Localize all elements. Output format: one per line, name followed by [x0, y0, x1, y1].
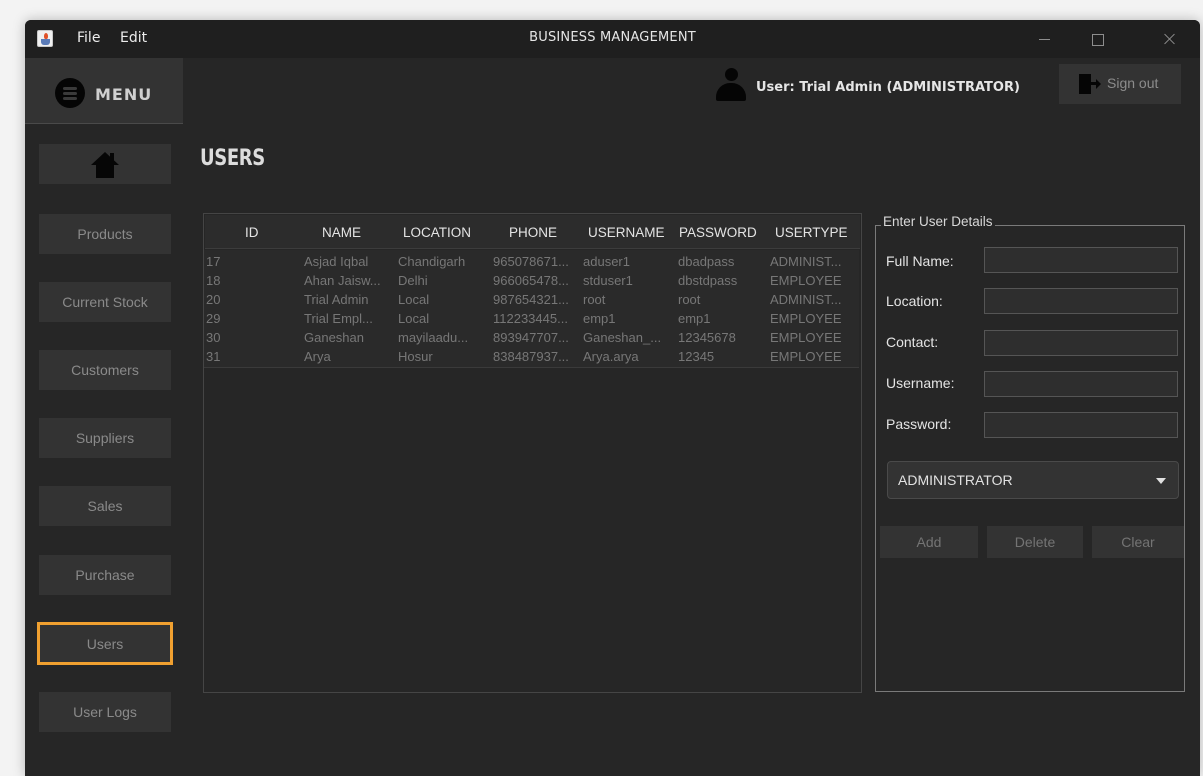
table-cell-usertype: ADMINIST...: [770, 292, 842, 307]
table-cell-phone: 966065478...: [493, 273, 569, 288]
table-cell-id: 20: [206, 292, 221, 307]
delete-button[interactable]: Delete: [987, 526, 1083, 558]
table-cell-name: Asjad Iqbal: [304, 254, 369, 269]
column-header-id[interactable]: ID: [245, 225, 259, 240]
table-cell-usertype: EMPLOYEE: [770, 330, 842, 345]
table-row[interactable]: 31 Arya Hosur 838487937... Arya.arya 12345 EMP…: [204, 347, 859, 367]
table-cell-username: Arya.arya: [583, 349, 639, 364]
table-row[interactable]: 29 Trial Empl... Local 112233445... emp1 emp1…: [204, 309, 859, 329]
user-details-legend: Enter User Details: [881, 214, 995, 229]
sidebar-item-products[interactable]: Products: [39, 214, 171, 254]
table-cell-phone: 965078671...: [493, 254, 569, 269]
home-button[interactable]: [39, 144, 171, 184]
column-header-phone[interactable]: PHONE: [509, 225, 557, 240]
clear-button[interactable]: Clear: [1092, 526, 1184, 558]
sign-out-button[interactable]: Sign out: [1059, 64, 1181, 104]
table-cell-name: Arya: [304, 349, 331, 364]
table-cell-id: 18: [206, 273, 221, 288]
table-cell-name: Trial Empl...: [304, 311, 373, 326]
maximize-icon[interactable]: [1077, 28, 1117, 50]
table-cell-password: emp1: [678, 311, 711, 326]
username-label: Username:: [886, 375, 955, 391]
table-cell-id: 17: [206, 254, 221, 269]
sidebar-item-current-stock[interactable]: Current Stock: [39, 282, 171, 322]
usertype-select[interactable]: ADMINISTRATOR: [887, 461, 1179, 499]
add-button[interactable]: Add: [880, 526, 978, 558]
table-cell-password: dbstdpass: [678, 273, 738, 288]
hamburger-menu-icon: [55, 78, 85, 108]
current-user-label: User: Trial Admin (ADMINISTRATOR): [756, 80, 1020, 95]
table-cell-phone: 838487937...: [493, 349, 569, 364]
contact-input[interactable]: [984, 330, 1178, 356]
table-cell-password: 12345: [678, 349, 715, 364]
window-title: BUSINESS MANAGEMENT: [529, 30, 696, 45]
table-cell-id: 31: [206, 349, 221, 364]
sidebar-item-customers[interactable]: Customers: [39, 350, 171, 390]
user-avatar-icon: [713, 68, 749, 104]
full-name-label: Full Name:: [886, 253, 954, 269]
table-cell-password: dbadpass: [678, 254, 735, 269]
table-cell-location: Local: [398, 311, 430, 326]
column-header-location[interactable]: LOCATION: [403, 225, 471, 240]
table-cell-usertype: EMPLOYEE: [770, 349, 842, 364]
sign-out-label: Sign out: [1107, 75, 1159, 91]
location-label: Location:: [886, 293, 943, 309]
full-name-input[interactable]: [984, 247, 1178, 273]
sidebar-item-sales[interactable]: Sales: [39, 486, 171, 526]
table-cell-password: root: [678, 292, 701, 307]
table-row[interactable]: 17 Asjad Iqbal Chandigarh 965078671... aduse…: [204, 252, 859, 272]
home-icon: [91, 152, 119, 178]
table-row[interactable]: 18 Ahan Jaisw... Delhi 966065478... stduser1…: [204, 271, 859, 291]
table-cell-location: Local: [398, 292, 430, 307]
table-cell-password: 12345678: [678, 330, 736, 345]
app-window: File Edit BUSINESS MANAGEMENT MENU Produ…: [25, 20, 1200, 776]
username-input[interactable]: [984, 371, 1178, 397]
table-cell-location: Hosur: [398, 349, 433, 364]
table-row[interactable]: 20 Trial Admin Local 987654321... root root AD…: [204, 290, 859, 310]
page-title: USERS: [200, 146, 265, 171]
title-bar: File Edit BUSINESS MANAGEMENT: [25, 20, 1200, 58]
table-cell-username: aduser1: [583, 254, 630, 269]
table-cell-location: Delhi: [398, 273, 428, 288]
sign-out-icon: [1079, 74, 1101, 94]
close-icon[interactable]: [1150, 28, 1190, 50]
table-cell-username: Ganeshan_...: [583, 330, 662, 345]
contact-label: Contact:: [886, 334, 939, 350]
sidebar-item-user-logs[interactable]: User Logs: [39, 692, 171, 732]
column-header-usertype[interactable]: USERTYPE: [775, 225, 848, 240]
sidebar-item-suppliers[interactable]: Suppliers: [39, 418, 171, 458]
table-cell-name: Ganeshan: [304, 330, 364, 345]
chevron-down-icon: [1156, 478, 1166, 484]
column-header-password[interactable]: PASSWORD: [679, 225, 757, 240]
sidebar-item-users[interactable]: Users: [37, 622, 173, 665]
table-cell-name: Ahan Jaisw...: [304, 273, 381, 288]
sidebar-item-purchase[interactable]: Purchase: [39, 555, 171, 595]
table-cell-phone: 893947707...: [493, 330, 569, 345]
usertype-selected-value: ADMINISTRATOR: [898, 472, 1013, 488]
table-cell-username: root: [583, 292, 606, 307]
table-cell-id: 30: [206, 330, 221, 345]
table-cell-username: stduser1: [583, 273, 633, 288]
table-row[interactable]: 30 Ganeshan mayilaadu... 893947707... Ganesh…: [204, 328, 859, 348]
table-cell-id: 29: [206, 311, 221, 326]
menu-label: MENU: [95, 85, 153, 104]
table-cell-usertype: EMPLOYEE: [770, 311, 842, 326]
table-header: ID NAME LOCATION PHONE USERNAME PASSWORD…: [205, 215, 860, 249]
minimize-icon[interactable]: [1025, 28, 1065, 50]
table-cell-name: Trial Admin: [304, 292, 369, 307]
table-cell-usertype: ADMINIST...: [770, 254, 842, 269]
column-header-name[interactable]: NAME: [322, 225, 361, 240]
table-cell-usertype: EMPLOYEE: [770, 273, 842, 288]
password-input[interactable]: [984, 412, 1178, 438]
password-label: Password:: [886, 416, 952, 432]
table-cell-phone: 987654321...: [493, 292, 569, 307]
column-header-username[interactable]: USERNAME: [588, 225, 665, 240]
sidebar: MENU Products Current Stock Customers Su…: [25, 58, 183, 776]
table-cell-location: mayilaadu...: [398, 330, 469, 345]
table-cell-location: Chandigarh: [398, 254, 466, 269]
location-input[interactable]: [984, 288, 1178, 314]
table-cell-phone: 112233445...: [493, 311, 568, 326]
menu-toggle[interactable]: MENU: [25, 58, 183, 124]
table-cell-username: emp1: [583, 311, 616, 326]
